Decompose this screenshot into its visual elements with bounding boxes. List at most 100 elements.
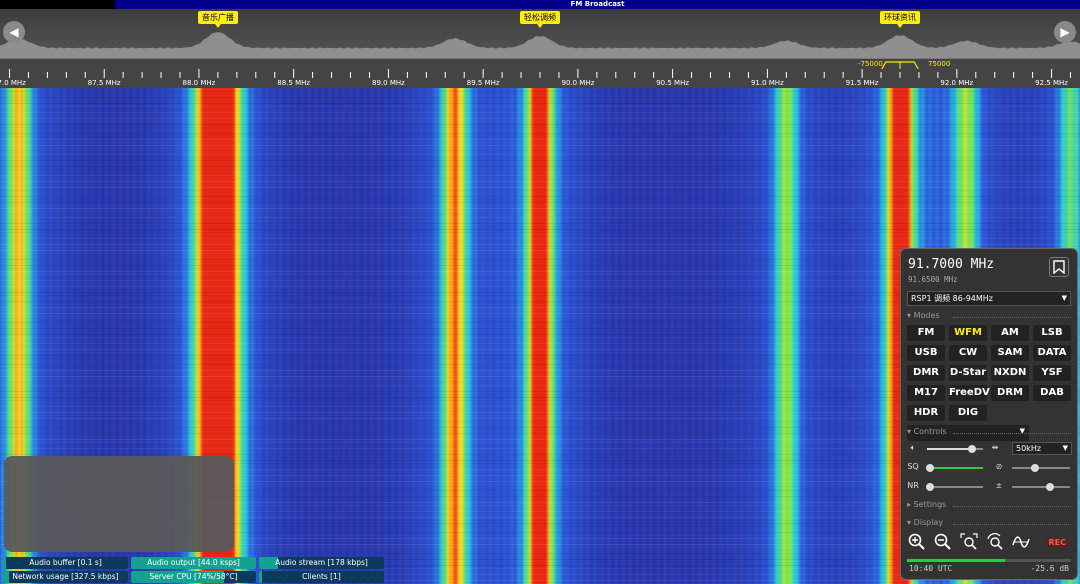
bandwidth-low-label: -75000 bbox=[858, 60, 883, 68]
waterfall-scanline bbox=[0, 103, 1080, 104]
waterfall-scanline bbox=[0, 121, 1080, 122]
waterfall-scanline bbox=[0, 196, 1080, 197]
mode-button-wfm[interactable]: WFM bbox=[949, 325, 987, 341]
zoom-in-icon[interactable] bbox=[907, 532, 927, 552]
receiver-panel: 91.7000 MHz 91.6500 MHz RSP1 调频 86-94MHz… bbox=[900, 248, 1078, 580]
waterfall-scanline bbox=[0, 187, 1080, 188]
waterfall-scanline bbox=[0, 97, 1080, 98]
mode-button-drm[interactable]: DRM bbox=[991, 385, 1029, 401]
mode-button-data[interactable]: DATA bbox=[1033, 345, 1071, 361]
tick-label: 88.5 MHz bbox=[277, 79, 311, 87]
clients-label: Clients [1] bbox=[302, 572, 341, 581]
waterfall-scanline bbox=[0, 118, 1080, 119]
tick-label: 87.0 MHz bbox=[0, 79, 26, 87]
audio-buffer-fill bbox=[3, 557, 6, 569]
frequency-scale[interactable]: 87.0 MHz 87.5 MHz 88.0 MHz 88.5 MHz 89.0 MHz… bbox=[0, 58, 1080, 88]
bookmark-tag[interactable]: 音乐广播 bbox=[197, 11, 238, 24]
waterfall-scanline bbox=[0, 112, 1080, 113]
tick-label: 89.0 MHz bbox=[372, 79, 405, 87]
waterfall-scanline bbox=[0, 100, 1080, 101]
mode-button-dab[interactable]: DAB bbox=[1033, 385, 1071, 401]
waterfall-scanline bbox=[0, 181, 1080, 182]
waterfall-scanline bbox=[0, 157, 1080, 158]
waterfall-scanline bbox=[0, 205, 1080, 206]
mode-button-cw[interactable]: CW bbox=[949, 345, 987, 361]
waterfall-scanline bbox=[0, 145, 1080, 146]
mode-button-usb[interactable]: USB bbox=[907, 345, 945, 361]
openwebrx-app: FM Broadcast 音乐广播轻松调频环球资讯 ◀ ▶ 87.0 MHz87… bbox=[0, 0, 1080, 584]
bookmark-tag[interactable]: 环球资讯 bbox=[880, 11, 920, 24]
band-fm-broadcast[interactable]: FM Broadcast bbox=[115, 0, 1080, 9]
bookmark-tag[interactable]: 轻松调频 bbox=[520, 11, 560, 24]
spectrum-panel[interactable]: 音乐广播 轻松调频 环球资讯 ◀ ▶ bbox=[0, 9, 1080, 58]
chevron-down-icon: ▼ bbox=[1062, 444, 1068, 452]
zoom-out-icon[interactable] bbox=[933, 532, 953, 552]
nr-knob[interactable] bbox=[925, 483, 934, 491]
chevron-right-icon[interactable]: ▶ bbox=[1054, 21, 1076, 43]
auto-squelch-icon[interactable]: ⊘ bbox=[993, 462, 1005, 471]
squelch-slider[interactable] bbox=[925, 464, 983, 472]
volume-knob[interactable] bbox=[967, 445, 976, 453]
mode-button-nxdn[interactable]: NXDN bbox=[991, 365, 1029, 381]
profile-value: RSP1 调频 86-94MHz bbox=[911, 294, 993, 303]
volume-row: 🔈︎ ⇹ 50kHz ▼ bbox=[907, 442, 1072, 456]
profile-select[interactable]: RSP1 调频 86-94MHz ▼ bbox=[907, 291, 1071, 306]
squelch-threshold-slider[interactable] bbox=[1012, 464, 1070, 472]
mode-button-hdr[interactable]: HDR bbox=[907, 405, 945, 421]
zoom-to-fit-icon[interactable] bbox=[959, 532, 979, 552]
settings-section-label[interactable]: ▸ Settings bbox=[907, 500, 1071, 509]
mode-button-am[interactable]: AM bbox=[991, 325, 1029, 341]
clients-fill bbox=[259, 571, 262, 583]
controls-section-label[interactable]: ▾ Controls bbox=[907, 427, 1071, 436]
waterfall-scanline bbox=[0, 232, 1080, 233]
waterfall-scanline bbox=[0, 142, 1080, 143]
squelch-row: SQ ⊘ bbox=[907, 461, 1071, 475]
nr-slider[interactable] bbox=[925, 483, 983, 491]
chevron-left-icon[interactable]: ◀ bbox=[3, 21, 25, 43]
audio-stream-label: Audio stream [178 kbps] bbox=[275, 558, 368, 567]
bookmark-icon[interactable] bbox=[1049, 257, 1069, 277]
squelch-threshold-knob[interactable] bbox=[1031, 464, 1040, 472]
server-cpu-label: Server CPU [74%/58°C] bbox=[149, 572, 238, 581]
mode-button-dig[interactable]: DIG bbox=[949, 405, 987, 421]
waterfall-scanline bbox=[0, 199, 1080, 200]
squelch-knob[interactable] bbox=[925, 464, 934, 472]
tick-label: 90.5 MHz bbox=[656, 79, 690, 87]
mode-button-freedv[interactable]: FreeDV bbox=[949, 385, 990, 401]
nr-toggle-icon[interactable]: ± bbox=[993, 481, 1005, 490]
bandwidth-select[interactable]: 50kHz ▼ bbox=[1012, 442, 1072, 455]
mode-button-m17[interactable]: M17 bbox=[907, 385, 945, 401]
volume-slider[interactable] bbox=[927, 445, 983, 453]
network-usage-bar: Network usage [327.5 kbps] bbox=[3, 571, 128, 583]
nr-threshold-slider[interactable] bbox=[1012, 483, 1070, 491]
audio-output-label: Audio output [44.0 ksps] bbox=[147, 558, 240, 567]
volume-level bbox=[927, 448, 972, 450]
modes-section-label[interactable]: ▾ Modes bbox=[907, 311, 1071, 320]
squelch-level bbox=[927, 467, 983, 469]
speaker-icon[interactable]: 🔈︎ bbox=[907, 443, 919, 453]
network-usage-label: Network usage [327.5 kbps] bbox=[12, 572, 119, 581]
squelch-label: SQ bbox=[907, 462, 919, 471]
waterfall-scanline bbox=[0, 220, 1080, 221]
scale-ticks bbox=[8, 61, 1072, 78]
mode-button-dmr[interactable]: DMR bbox=[907, 365, 945, 381]
waterfall-scanline bbox=[0, 229, 1080, 230]
noise-reduction-row: NR ± bbox=[907, 480, 1071, 494]
mode-button-ysf[interactable]: YSF bbox=[1033, 365, 1071, 381]
waterfall-scanline bbox=[0, 127, 1080, 128]
frequency-display[interactable]: 91.7000 MHz bbox=[908, 257, 994, 272]
display-section-label[interactable]: ▾ Display bbox=[907, 518, 1071, 527]
message-panel bbox=[4, 456, 234, 552]
waterfall-scanline bbox=[0, 244, 1080, 245]
bandwidth-icon: ⇹ bbox=[991, 443, 999, 452]
mode-button-d-star[interactable]: D-Star bbox=[949, 365, 987, 381]
tick-label: 89.5 MHz bbox=[466, 79, 500, 87]
nr-threshold-knob[interactable] bbox=[1045, 483, 1054, 491]
auto-adjust-icon[interactable] bbox=[985, 532, 1005, 552]
mode-button-lsb[interactable]: LSB bbox=[1033, 325, 1071, 341]
record-button[interactable]: REC bbox=[1045, 538, 1069, 547]
tick-label: 92.5 MHz bbox=[1035, 79, 1068, 87]
waterfall-colors-icon[interactable] bbox=[1011, 532, 1031, 552]
mode-button-sam[interactable]: SAM bbox=[991, 345, 1029, 361]
mode-button-fm[interactable]: FM bbox=[907, 325, 945, 341]
